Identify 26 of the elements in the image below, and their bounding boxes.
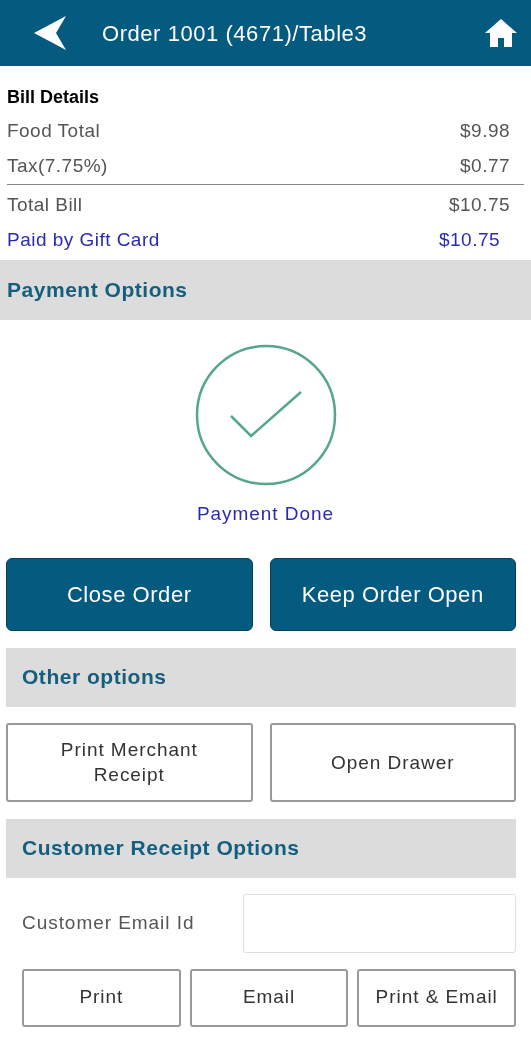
bill-value: $10.75	[439, 227, 500, 252]
payment-status: Payment Done	[196, 502, 335, 526]
email-input-field[interactable]	[243, 893, 516, 953]
bill-label: Paid by Gift Card	[7, 227, 160, 252]
header-title: Order 1001 (4671)/Table3	[102, 19, 368, 48]
email-label: Customer Email Id	[22, 910, 196, 935]
option-button[interactable]: Print Merchant Receipt	[6, 722, 253, 802]
bill-value: $9.98	[460, 119, 510, 143]
section-header: Other options	[6, 647, 516, 707]
home-icon[interactable]	[485, 19, 517, 47]
section-title: Bill Details	[7, 86, 101, 109]
receipt-button[interactable]: Print & Email	[357, 968, 516, 1027]
bill-label: Food Total	[7, 119, 101, 143]
bill-value: $10.75	[449, 193, 510, 217]
checkmark-circle-icon	[194, 344, 337, 486]
section-header: Payment Options	[0, 260, 531, 320]
bill-label: Total Bill	[7, 193, 83, 217]
section-header: Customer Receipt Options	[6, 818, 516, 878]
close-order-button[interactable]: Close Order	[6, 557, 253, 631]
receipt-button[interactable]: Print	[22, 968, 181, 1027]
back-icon[interactable]	[34, 16, 66, 50]
bill-label: Tax(7.75%)	[7, 153, 108, 178]
keep-order-open-button[interactable]: Keep Order Open	[269, 557, 516, 631]
bill-value: $0.77	[460, 153, 510, 178]
receipt-button[interactable]: Email	[189, 968, 349, 1027]
option-button[interactable]: Open Drawer	[269, 722, 516, 802]
